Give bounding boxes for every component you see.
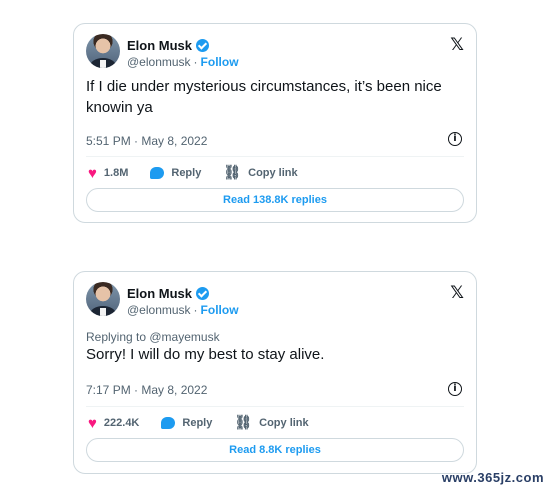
- separator: ·: [193, 55, 198, 69]
- copy-link-button[interactable]: ⛓ Copy link: [234, 415, 308, 431]
- tweet-text: If I die under mysterious circumstances,…: [86, 78, 442, 116]
- heart-icon: ♥: [88, 164, 97, 182]
- author-handle[interactable]: @elonmusk: [127, 303, 191, 317]
- author-line: Elon Musk: [127, 286, 210, 301]
- author-name[interactable]: Elon Musk: [127, 38, 192, 53]
- tweet-timestamp[interactable]: 7:17 PM · May 8, 2022: [86, 383, 207, 397]
- info-icon[interactable]: i: [448, 382, 462, 396]
- handle-line: @elonmusk · Follow: [127, 55, 239, 69]
- avatar[interactable]: [86, 282, 120, 316]
- copy-link-label: Copy link: [248, 167, 298, 179]
- verified-badge-icon: [196, 39, 210, 52]
- info-icon[interactable]: i: [448, 132, 462, 146]
- copy-link-label: Copy link: [259, 417, 309, 429]
- x-logo-icon[interactable]: 𝕏: [450, 283, 464, 303]
- action-bar: ♥ 222.4K Reply ⛓ Copy link: [88, 415, 323, 431]
- reply-label: Reply: [182, 417, 213, 429]
- like-button[interactable]: ♥ 222.4K: [88, 416, 139, 431]
- like-button[interactable]: ♥ 1.8M: [88, 166, 128, 181]
- author-handle[interactable]: @elonmusk: [127, 55, 191, 69]
- author-line: Elon Musk: [127, 38, 210, 53]
- tweet-card-1[interactable]: Elon Musk @elonmusk · Follow 𝕏 If I die …: [73, 23, 477, 223]
- follow-button[interactable]: Follow: [201, 55, 239, 69]
- handle-line: @elonmusk · Follow: [127, 303, 239, 317]
- replying-to[interactable]: Replying to @mayemusk: [86, 330, 220, 344]
- avatar[interactable]: [86, 34, 120, 68]
- page: Elon Musk @elonmusk · Follow 𝕏 If I die …: [0, 0, 550, 489]
- read-replies-button[interactable]: Read 8.8K replies: [86, 438, 464, 462]
- link-icon: ⛓: [234, 415, 253, 431]
- verified-badge-icon: [196, 287, 210, 300]
- divider: [86, 406, 464, 407]
- reply-button[interactable]: Reply: [150, 167, 201, 179]
- heart-icon: ♥: [88, 414, 97, 432]
- reply-bubble-icon: [150, 167, 165, 179]
- reply-bubble-icon: [161, 417, 176, 429]
- x-logo-icon[interactable]: 𝕏: [450, 35, 464, 55]
- reply-button[interactable]: Reply: [161, 417, 212, 429]
- copy-link-button[interactable]: ⛓ Copy link: [223, 165, 297, 181]
- action-bar: ♥ 1.8M Reply ⛓ Copy link: [88, 165, 312, 181]
- like-count: 222.4K: [103, 417, 140, 429]
- follow-button[interactable]: Follow: [201, 303, 239, 317]
- tweet-text: Sorry! I will do my best to stay alive.: [86, 346, 325, 363]
- read-replies-button[interactable]: Read 138.8K replies: [86, 188, 464, 212]
- tweet-timestamp[interactable]: 5:51 PM · May 8, 2022: [86, 134, 207, 148]
- watermark: www.365jz.com: [441, 470, 544, 485]
- like-count: 1.8M: [103, 167, 129, 179]
- reply-label: Reply: [171, 167, 202, 179]
- separator: ·: [193, 303, 198, 317]
- tweet-card-2[interactable]: Elon Musk @elonmusk · Follow 𝕏 Replying …: [73, 271, 477, 474]
- divider: [86, 156, 464, 157]
- author-name[interactable]: Elon Musk: [127, 286, 192, 301]
- link-icon: ⛓: [223, 165, 242, 181]
